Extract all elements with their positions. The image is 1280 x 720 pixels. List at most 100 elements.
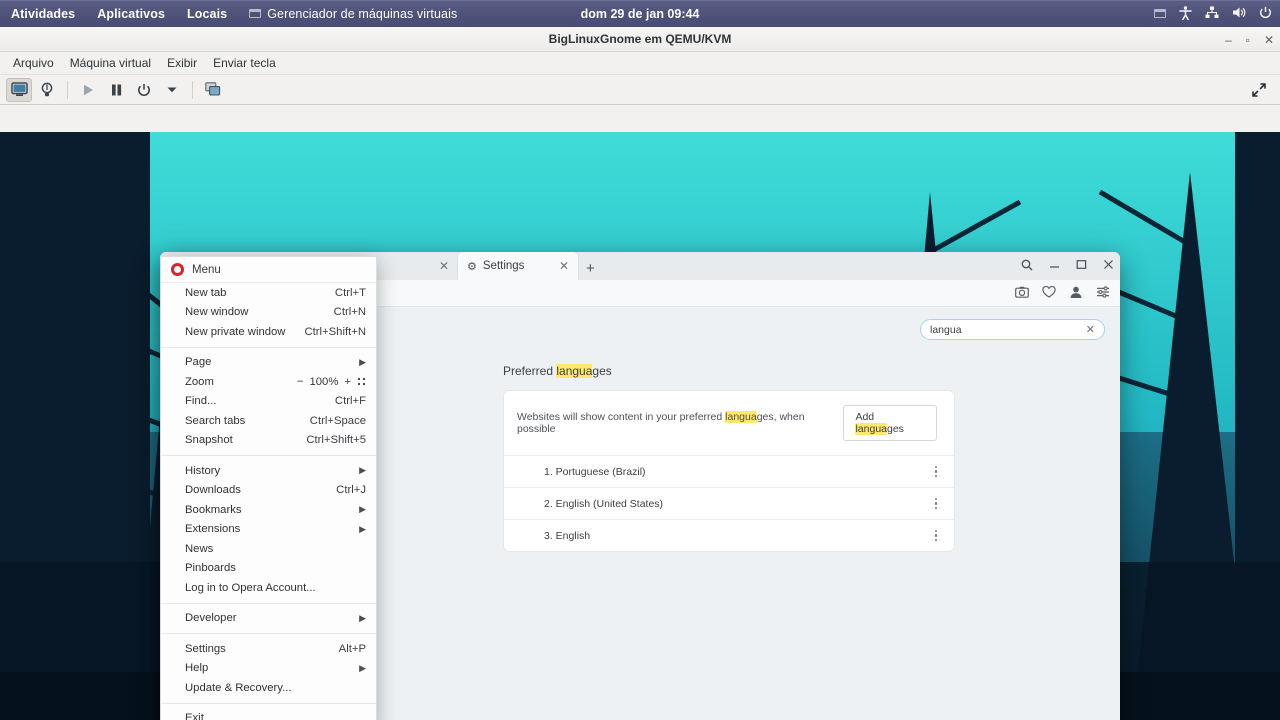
add-post: ges xyxy=(887,423,904,435)
minimize-button[interactable] xyxy=(1049,259,1060,273)
close-button[interactable] xyxy=(1103,259,1114,273)
zoom-out-button[interactable]: − xyxy=(297,376,304,388)
menu-label: Downloads xyxy=(185,484,241,497)
vm-menu-maquina-virtual[interactable]: Máquina virtual xyxy=(63,54,158,72)
clear-search-icon[interactable]: ✕ xyxy=(1086,323,1095,336)
menu-header: Menu xyxy=(161,257,376,283)
snapshot-icon[interactable] xyxy=(1015,286,1029,301)
vm-menubar: Arquivo Máquina virtual Exibir Enviar te… xyxy=(0,52,1280,75)
power-icon[interactable] xyxy=(1259,6,1272,21)
menu-label: Snapshot xyxy=(185,434,233,447)
opera-main-menu[interactable]: Menu New tab Ctrl+T New window Ctrl+N Ne… xyxy=(160,256,377,720)
vm-menu-arquivo[interactable]: Arquivo xyxy=(6,54,61,72)
menu-item-login-opera-account[interactable]: Log in to Opera Account... xyxy=(161,578,376,598)
menu-item-new-window[interactable]: New window Ctrl+N xyxy=(161,303,376,323)
menu-label: Find... xyxy=(185,395,217,408)
details-view-icon[interactable] xyxy=(34,78,60,102)
menu-item-news[interactable]: News xyxy=(161,539,376,559)
zoom-controls[interactable]: − 100% + xyxy=(297,376,366,388)
opera-logo-icon xyxy=(171,263,184,276)
language-options-icon[interactable] xyxy=(934,465,937,478)
vm-titlebar: BigLinuxGnome em QEMU/KVM ‒ ▫ ✕ xyxy=(0,27,1280,52)
settings-search-input[interactable]: langua ✕ xyxy=(920,319,1105,340)
vm-window-buttons: ‒ ▫ ✕ xyxy=(1225,27,1274,52)
menu-item-history[interactable]: History ▶ xyxy=(161,461,376,481)
menu-accel: Ctrl+J xyxy=(336,484,366,497)
active-window-menu[interactable]: Gerenciador de máquinas virtuais xyxy=(238,0,468,27)
menu-item-snapshot[interactable]: Snapshot Ctrl+Shift+5 xyxy=(161,431,376,451)
menu-accel: Ctrl+N xyxy=(333,306,366,319)
language-row[interactable]: 2. English (United States) xyxy=(504,487,954,519)
menu-item-update-recovery[interactable]: Update & Recovery... xyxy=(161,678,376,698)
chevron-right-icon: ▶ xyxy=(359,504,366,515)
maximize-button[interactable] xyxy=(1076,259,1087,273)
fullscreen-grid-icon[interactable] xyxy=(357,377,366,387)
menu-item-new-private-window[interactable]: New private window Ctrl+Shift+N xyxy=(161,322,376,342)
preferred-languages-heading: Preferred languages xyxy=(503,364,1120,378)
vm-maximize-button[interactable]: ▫ xyxy=(1246,33,1250,47)
activities-button[interactable]: Atividades xyxy=(0,0,86,27)
profile-icon[interactable] xyxy=(1069,285,1083,302)
fullscreen-icon[interactable] xyxy=(1246,78,1272,102)
menu-label: History xyxy=(185,464,221,477)
menu-item-extensions[interactable]: Extensions ▶ xyxy=(161,520,376,540)
vm-minimize-button[interactable]: ‒ xyxy=(1225,33,1232,47)
menu-item-page[interactable]: Page ▶ xyxy=(161,353,376,373)
menu-item-find[interactable]: Find... Ctrl+F xyxy=(161,392,376,412)
power-icon[interactable] xyxy=(131,78,157,102)
chevron-right-icon: ▶ xyxy=(359,662,366,673)
language-row[interactable]: 1. Portuguese (Brazil) xyxy=(504,455,954,487)
menu-item-downloads[interactable]: Downloads Ctrl+J xyxy=(161,481,376,501)
tab-close-icon[interactable]: ✕ xyxy=(559,259,569,273)
language-options-icon[interactable] xyxy=(934,497,937,510)
power-dropdown-icon[interactable] xyxy=(159,78,185,102)
menu-item-zoom[interactable]: Zoom − 100% + xyxy=(161,372,376,392)
menu-accel: Ctrl+F xyxy=(334,395,366,408)
easy-setup-icon[interactable] xyxy=(1096,285,1110,301)
language-options-icon[interactable] xyxy=(934,529,937,542)
card-header: Websites will show content in your prefe… xyxy=(504,391,954,455)
guest-desktop: ✕ ⚙ Settings ✕ + langua ✕ Preferred lang… xyxy=(0,132,1280,720)
menu-item-pinboards[interactable]: Pinboards xyxy=(161,559,376,579)
menu-label: Search tabs xyxy=(185,414,246,427)
console-view-icon[interactable] xyxy=(6,77,32,102)
vm-window-title: BigLinuxGnome em QEMU/KVM xyxy=(548,32,732,46)
heading-highlight: langua xyxy=(556,364,593,378)
volume-icon[interactable] xyxy=(1232,6,1246,21)
gear-icon: ⚙ xyxy=(467,260,477,273)
accessibility-icon[interactable] xyxy=(1179,5,1192,22)
menu-separator xyxy=(161,455,376,456)
menu-item-search-tabs[interactable]: Search tabs Ctrl+Space xyxy=(161,411,376,431)
menu-item-developer[interactable]: Developer ▶ xyxy=(161,609,376,629)
menu-item-settings[interactable]: Settings Alt+P xyxy=(161,639,376,659)
vm-menu-enviar-tecla[interactable]: Enviar tecla xyxy=(206,54,283,72)
search-value: langua xyxy=(930,323,962,336)
window-icon[interactable] xyxy=(1154,9,1166,18)
menu-label: Exit xyxy=(185,712,204,720)
network-icon[interactable] xyxy=(1205,6,1219,21)
heart-icon[interactable] xyxy=(1042,285,1056,301)
pause-icon[interactable] xyxy=(103,78,129,102)
vm-close-button[interactable]: ✕ xyxy=(1264,33,1274,47)
vm-menu-exibir[interactable]: Exibir xyxy=(160,54,204,72)
search-icon[interactable] xyxy=(1021,259,1033,274)
menu-item-new-tab[interactable]: New tab Ctrl+T xyxy=(161,283,376,303)
menu-accel: Ctrl+Shift+N xyxy=(304,325,366,338)
add-languages-button[interactable]: Add languages xyxy=(843,405,937,441)
snapshots-icon[interactable] xyxy=(200,78,226,102)
applications-menu[interactable]: Aplicativos xyxy=(86,0,176,27)
menu-item-bookmarks[interactable]: Bookmarks ▶ xyxy=(161,500,376,520)
new-tab-button[interactable]: + xyxy=(578,260,603,280)
clock[interactable]: dom 29 de jan 09:44 xyxy=(581,7,700,21)
menu-label: New tab xyxy=(185,286,227,299)
menu-label: Settings xyxy=(185,642,226,655)
gnome-top-bar: Atividades Aplicativos Locais Gerenciado… xyxy=(0,0,1280,27)
menu-item-help[interactable]: Help ▶ xyxy=(161,659,376,679)
browser-tab-settings[interactable]: ⚙ Settings ✕ xyxy=(458,252,578,280)
tab-close-icon[interactable]: ✕ xyxy=(439,259,449,273)
run-icon[interactable] xyxy=(75,78,101,102)
language-row[interactable]: 3. English xyxy=(504,519,954,551)
zoom-in-button[interactable]: + xyxy=(344,376,351,388)
menu-item-exit[interactable]: Exit xyxy=(161,709,376,720)
places-menu[interactable]: Locais xyxy=(176,0,238,27)
